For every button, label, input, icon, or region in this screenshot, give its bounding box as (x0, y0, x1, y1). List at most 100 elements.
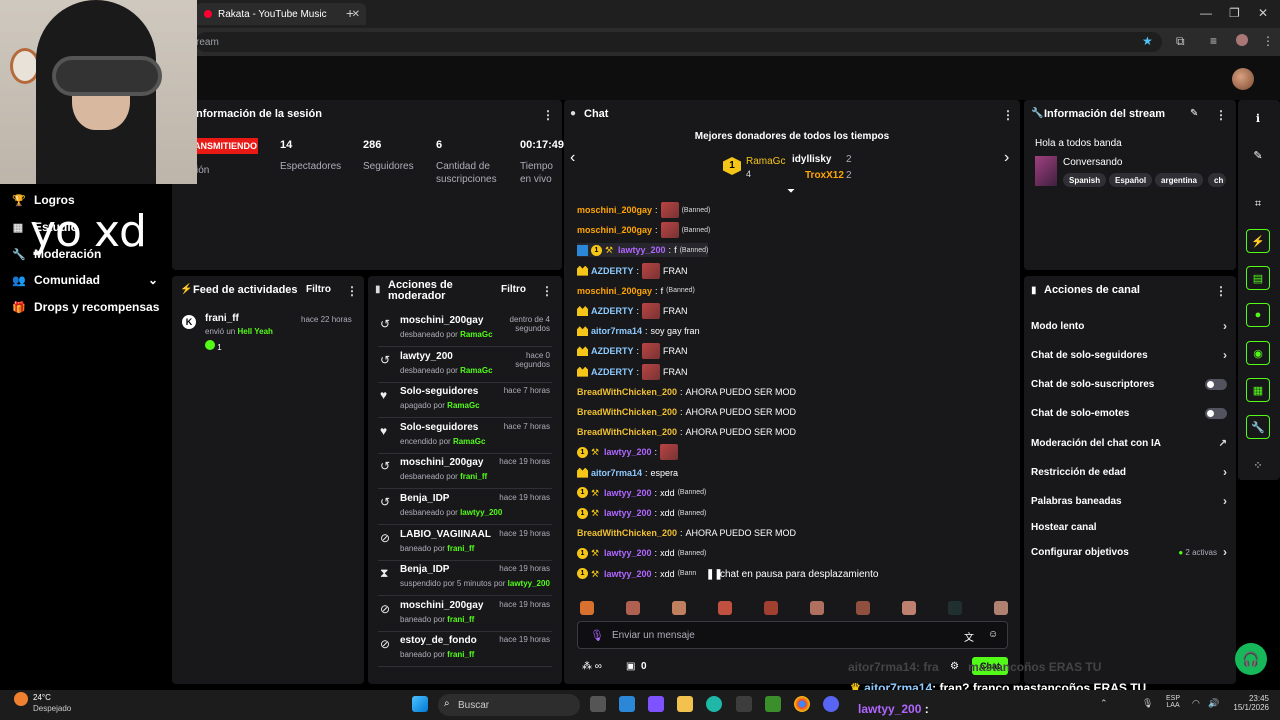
mod-filter-button[interactable]: Filtro (501, 284, 526, 295)
nav-logros[interactable]: 🏆 Logros (12, 193, 75, 207)
chat-username[interactable]: AZDERTY (591, 367, 634, 377)
pencil-icon[interactable]: ✎ (1246, 143, 1270, 167)
chat-message[interactable]: AZDERTY: FRAN (577, 343, 688, 360)
chatter-avatar[interactable] (672, 601, 686, 615)
store-icon[interactable] (736, 696, 752, 712)
broadcast-icon[interactable]: ◉ (1246, 341, 1270, 365)
close-window-icon[interactable]: ✕ (1258, 6, 1268, 20)
mod-action-row[interactable]: ⊘ estoy_de_fondo baneado por frani_ff hace … (378, 633, 552, 668)
chatter-avatar[interactable] (580, 601, 594, 615)
channel-action-row[interactable]: Modo lento › (1031, 319, 1227, 333)
maximize-icon[interactable]: ❐ (1229, 6, 1240, 20)
extensions-icon[interactable]: ⧉ (1176, 34, 1185, 49)
chat-username[interactable]: lawtyy_200 (604, 508, 652, 518)
chat-username[interactable]: aitor7rma14 (591, 326, 642, 336)
translate-icon[interactable]: 文 (964, 629, 974, 644)
document-icon[interactable]: ▤ (1246, 266, 1270, 290)
browser-tab[interactable]: Rakata - YouTube Music ✕ (196, 3, 366, 25)
mod-action-row[interactable]: ♥ Solo-seguidores encendido por RamaGc hace… (378, 420, 552, 454)
chatter-avatar[interactable] (856, 601, 870, 615)
edge-icon[interactable] (706, 696, 722, 712)
infinity-icon[interactable]: ⁂ ∞ (582, 661, 602, 672)
chat-username[interactable]: lawtyy_200 (604, 447, 652, 457)
windows-start-icon[interactable] (412, 696, 428, 712)
address-bar[interactable]: ream (196, 32, 1162, 52)
chat-username[interactable]: lawtyy_200 (604, 488, 652, 498)
stream-info-menu-icon[interactable]: ⋮ (1215, 108, 1227, 122)
chat-menu-icon[interactable]: ⋮ (1002, 108, 1014, 122)
channel-action-row[interactable]: Moderación del chat con IA ↗ (1031, 436, 1227, 450)
chat-message[interactable]: AZDERTY: FRAN (577, 303, 688, 319)
channel-action-row[interactable]: Chat de solo-seguidores › (1031, 348, 1227, 362)
chat-username[interactable]: AZDERTY (591, 346, 634, 356)
donors-prev-icon[interactable]: ‹ (570, 149, 575, 167)
session-menu-icon[interactable]: ⋮ (542, 108, 554, 122)
chat-username[interactable]: AZDERTY (591, 266, 634, 276)
chatter-avatar[interactable] (626, 601, 640, 615)
file-explorer-icon[interactable] (677, 696, 693, 712)
store-icon[interactable]: ▣ (626, 661, 635, 672)
channel-action-row[interactable]: Configurar objetivos ● 2 activas › (1031, 545, 1227, 559)
mod-action-row[interactable]: ⧗ Benja_IDP suspendido por 5 minutos por l… (378, 562, 552, 597)
toggle-switch[interactable] (1205, 407, 1227, 419)
chat-message[interactable]: 1 ⚒ lawtyy_200: xdd (Banned) (577, 486, 706, 500)
chat-message[interactable]: 1 ⚒ lawtyy_200: xdd (Bann (577, 567, 696, 581)
chat-message[interactable]: 1 ⚒ lawtyy_200: xdd (Banned) (577, 506, 706, 520)
toggle-switch[interactable] (1205, 378, 1227, 390)
chat-username[interactable]: BreadWithChicken_200 (577, 528, 677, 538)
mod-action-row[interactable]: ♥ Solo-seguidores apagado por RamaGc hace 7… (378, 384, 552, 419)
donors-next-icon[interactable]: › (1004, 149, 1009, 167)
channel-action-row[interactable]: Chat de solo-suscriptores (1031, 377, 1227, 391)
minecraft-icon[interactable] (765, 696, 781, 712)
chatter-avatar[interactable] (994, 601, 1008, 615)
chat-username[interactable]: lawtyy_200 (618, 245, 666, 255)
channel-menu-icon[interactable]: ⋮ (1215, 284, 1227, 298)
emoji-icon[interactable]: ☺ (988, 629, 998, 640)
edit-icon[interactable]: ✎ (1190, 108, 1198, 119)
chatter-avatar[interactable] (948, 601, 962, 615)
chatter-avatar[interactable] (718, 601, 732, 615)
chat-message[interactable]: aitor7rma14: soy gay fran (577, 324, 700, 338)
media-icon[interactable]: ≡ (1210, 34, 1217, 48)
mod-action-row[interactable]: ⊘ LABIO_VAGIINAAL baneado por frani_ff hace… (378, 527, 552, 561)
language-indicator[interactable]: ESP LAA (1166, 695, 1180, 709)
chat-username[interactable]: AZDERTY (591, 306, 634, 316)
feed-menu-icon[interactable]: ⋮ (346, 284, 358, 298)
chat-message[interactable]: BreadWithChicken_200: AHORA PUEDO SER MOD (577, 405, 796, 419)
crop-icon[interactable]: ⌗ (1246, 192, 1270, 216)
chat-message[interactable]: moschini_200gay: (Banned) (577, 202, 710, 218)
bookmark-star-icon[interactable]: ★ (1142, 34, 1153, 48)
tray-chevron-icon[interactable]: ⌃ (1100, 698, 1108, 709)
wifi-icon[interactable]: ◠ (1192, 698, 1200, 709)
nav-comunidad[interactable]: 👥 Comunidad ⌄ (12, 273, 158, 287)
info-icon[interactable]: ℹ (1246, 106, 1270, 130)
mic-tray-icon[interactable]: 🎙 (1142, 698, 1153, 709)
chat-message[interactable]: aitor7rma14: espera (577, 466, 678, 480)
chat-message[interactable]: 1 ⚒ lawtyy_200: (577, 444, 679, 461)
bolt-icon[interactable]: ⚡ (1246, 229, 1270, 253)
mod-action-row[interactable]: ⊘ moschini_200gay baneado por frani_ff hace… (378, 598, 552, 632)
chat-username[interactable]: BreadWithChicken_200 (577, 427, 677, 437)
channel-action-row[interactable]: Hostear canal (1031, 520, 1227, 534)
chat-username[interactable]: moschini_200gay (577, 205, 652, 215)
chat-paused-notice[interactable]: chat en pausa para desplazamiento (720, 569, 878, 580)
chat-message[interactable]: BreadWithChicken_200: AHORA PUEDO SER MOD (577, 385, 796, 399)
chat-username[interactable]: moschini_200gay (577, 286, 652, 296)
menu-icon[interactable]: ⋮ (1262, 34, 1274, 48)
chat-message[interactable]: AZDERTY: FRAN (577, 363, 688, 380)
apps-icon[interactable]: ⁘ (1246, 453, 1270, 477)
taskbar-search[interactable]: Buscar (438, 694, 580, 716)
minimize-icon[interactable]: — (1200, 6, 1212, 20)
chatter-avatar[interactable] (902, 601, 916, 615)
chat-username[interactable]: lawtyy_200 (604, 569, 652, 579)
chat-username[interactable]: aitor7rma14 (591, 468, 642, 478)
mod-action-row[interactable]: ↺ moschini_200gay desbaneado por RamaGc den… (378, 313, 552, 347)
mod-action-row[interactable]: ↺ lawtyy_200 desbaneado por RamaGc hace 0 s… (378, 349, 552, 383)
task-view-icon[interactable] (590, 696, 606, 712)
nav-drops[interactable]: 🎁 Drops y recompensas (12, 300, 159, 314)
chat-message[interactable]: BreadWithChicken_200: AHORA PUEDO SER MOD (577, 425, 796, 439)
chat-username[interactable]: lawtyy_200 (604, 548, 652, 558)
collapse-icon[interactable]: ⏷ (787, 186, 795, 197)
wrench-icon[interactable]: 🔧 (1246, 415, 1270, 439)
feed-filter-button[interactable]: Filtro (306, 284, 331, 295)
